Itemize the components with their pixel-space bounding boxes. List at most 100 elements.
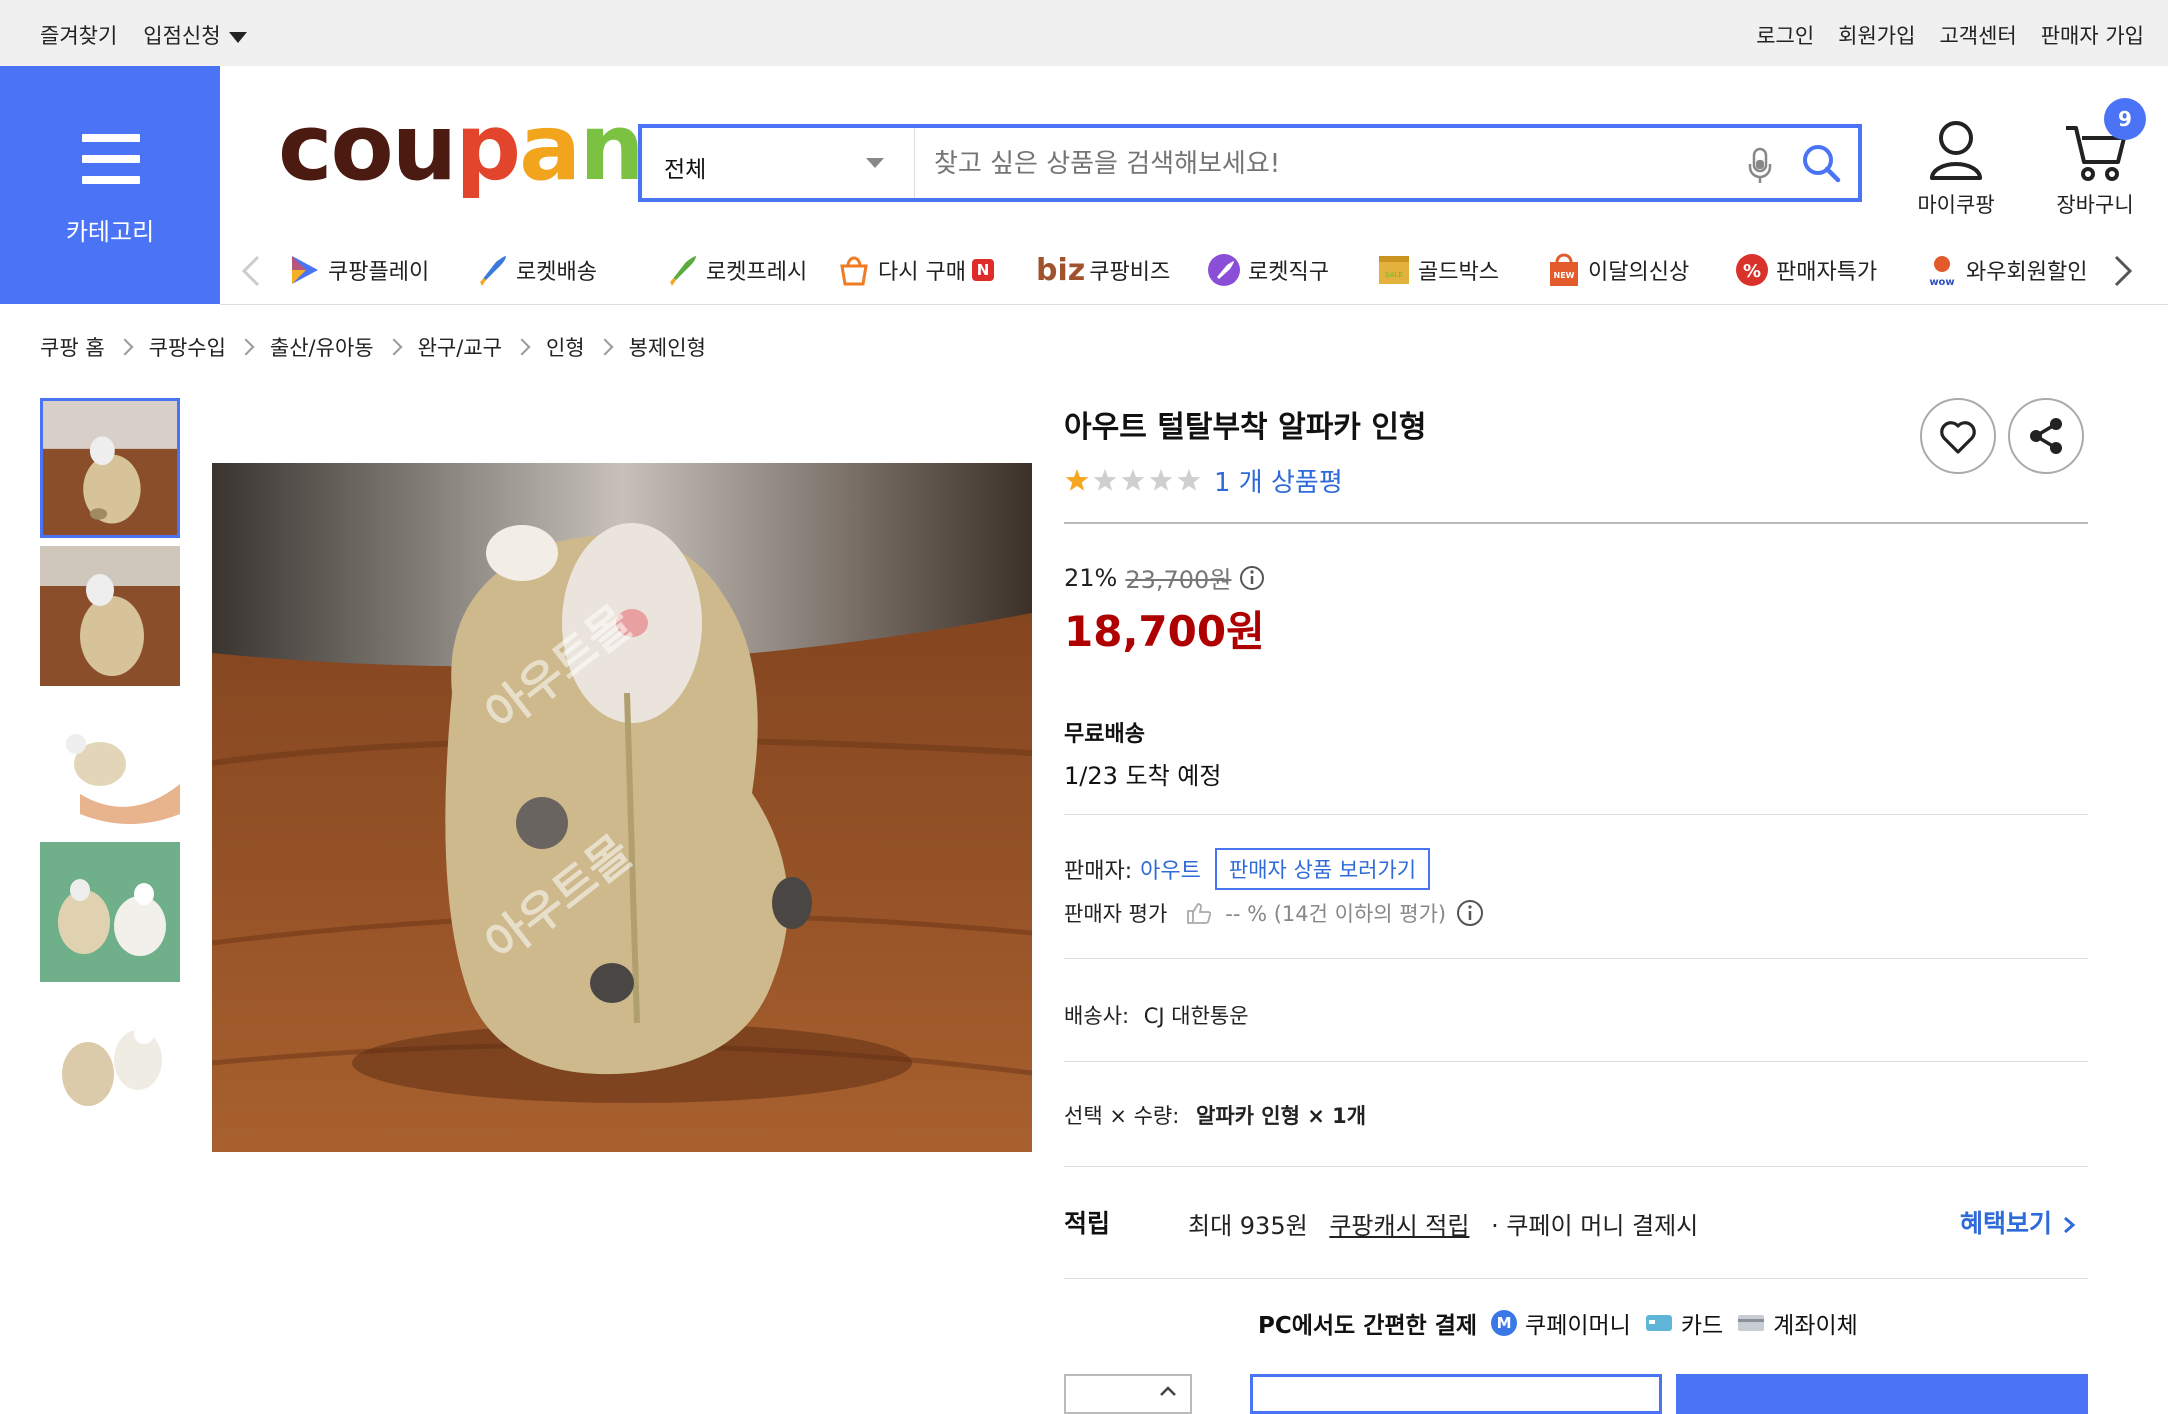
product-title: 아우트 털탈부착 알파카 인형 [1064,410,1427,445]
rocket-global-icon [1208,254,1240,286]
rocket-delivery-icon [480,256,506,286]
quicknav-rebuy[interactable]: 다시 구매 N [836,248,994,292]
goldbox-icon: SALE [1379,256,1409,284]
carrier-label: 배송사: [1064,1004,1130,1028]
reward-condition: · 쿠페이 머니 결제시 [1491,1212,1699,1240]
search-bar: 전체 [638,124,1862,202]
chevron-down-icon [866,158,884,168]
breadcrumb-item[interactable]: 쿠팡 홈 [40,332,105,362]
header-divider [220,304,2168,305]
quicknav-label: 와우회원할인 [1966,260,2088,285]
breadcrumb-item[interactable]: 완구/교구 [418,332,502,362]
card-icon [1645,1315,1672,1331]
product-rating[interactable]: 1 개 상품평 [1064,462,1343,499]
quicknav-biz[interactable]: biz 쿠팡비즈 [1036,248,1170,292]
reward-title: 적립 [1064,1209,1111,1238]
quicknav-wow[interactable]: wow 와우회원할인 [1924,248,2096,292]
review-count-link[interactable]: 1 개 상품평 [1214,462,1343,499]
seller-name-link[interactable]: 아우트 [1140,853,1201,885]
quicknav-rocket-global[interactable]: 로켓직구 [1206,248,1329,292]
rocket-fresh-icon [670,256,696,286]
seller-products-button[interactable]: 판매자 상품 보러가기 [1214,848,1431,890]
seller-rating-value: -- % (14건 이하의 평가) [1225,902,1447,926]
seller-info: 판매자: 아우트 판매자 상품 보러가기 [1064,848,1431,890]
quicknav-goldbox[interactable]: SALE 골드박스 [1376,248,1499,292]
product-thumbnail[interactable] [40,546,180,686]
thumbnail-list [40,398,180,1138]
quicknav-rocket-delivery[interactable]: 로켓배송 [474,248,597,292]
selected-option: 선택 × 수량: 알파카 인형 × 1개 [1064,1100,1366,1130]
search-scope-value: 전체 [664,157,707,183]
seller-label: 판매자: [1064,859,1133,884]
payment-methods: PC에서도 간편한 결제 M 쿠페이머니 카드 계좌이체 [1258,1306,1858,1340]
bank-transfer-icon [1738,1315,1765,1331]
breadcrumb-item[interactable]: 봉제인형 [629,332,706,362]
add-to-cart-button[interactable] [1250,1374,1662,1414]
alpaca-in-hand-image [40,694,180,834]
coupang-play-icon [292,256,318,284]
chevron-right-icon [513,338,531,356]
quantity-stepper[interactable] [1064,1374,1192,1414]
quicknav-label: 쿠팡비즈 [1089,260,1171,285]
product-thumbnail[interactable] [40,398,180,538]
info-icon[interactable] [1239,565,1265,591]
favorites-link[interactable]: 즐겨찾기 [40,20,117,50]
quicknav-new-this-month[interactable]: NEW 이달의신상 [1546,248,1689,292]
product-thumbnail[interactable] [40,694,180,834]
thumbs-up-icon [1187,903,1212,924]
microphone-icon[interactable] [1746,146,1774,186]
coupay-money-icon: M [1491,1310,1518,1336]
customer-center-link[interactable]: 고객센터 [1939,20,2016,50]
quicknav-coupang-play[interactable]: 쿠팡플레이 [286,248,429,292]
breadcrumb-item[interactable]: 인형 [546,332,585,362]
discount-rate: 21% [1064,563,1118,592]
breadcrumb-item[interactable]: 쿠팡수입 [149,332,226,362]
chevron-right-icon [2063,1216,2076,1234]
arrival-date: 1/23 도착 예정 [1064,762,1222,790]
product-thumbnail[interactable] [40,990,180,1130]
heart-icon [1940,421,1976,454]
option-value: 알파카 인형 × 1개 [1196,1104,1367,1128]
quicknav-label: 쿠팡플레이 [328,260,430,285]
chevron-up-icon[interactable] [1158,1384,1178,1398]
share-icon [2030,418,2062,454]
svg-text:wow: wow [1929,277,1954,288]
divider [1064,1166,2088,1167]
benefit-link[interactable]: 혜택보기 [1960,1204,2077,1240]
share-button[interactable] [2008,398,2084,474]
seller-join-link[interactable]: 판매자 가입 [2041,20,2144,50]
star-rating-icon [1065,468,1201,491]
vendor-signup-label: 입점신청 [143,24,221,48]
join-link[interactable]: 회원가입 [1838,20,1915,50]
coupang-cash-link[interactable]: 쿠팡캐시 적립 [1329,1212,1469,1240]
card-label: 카드 [1680,1313,1724,1339]
login-link[interactable]: 로그인 [1756,20,1814,50]
search-icon[interactable] [1800,142,1842,184]
chevron-right-icon[interactable] [2112,254,2134,288]
payment-title: PC에서도 간편한 결제 [1258,1313,1478,1339]
quicknav-seller-deal[interactable]: % 판매자특가 [1734,248,1877,292]
info-icon[interactable] [1456,899,1484,927]
search-input[interactable] [932,144,1716,184]
my-coupang-button[interactable]: 마이쿠팡 [1906,118,2006,219]
quicknav-label: 골드박스 [1418,260,1499,285]
wishlist-button[interactable] [1920,398,1996,474]
breadcrumb-item[interactable]: 출산/유아동 [270,332,374,362]
main-product-image[interactable]: 아우트몰 아우트몰 [212,463,1032,1152]
reward-info: 최대 935원 쿠팡캐시 적립 · 쿠페이 머니 결제시 [1188,1206,1698,1241]
seller-rating: 판매자 평가 -- % (14건 이하의 평가) [1064,898,1484,928]
discount-info: 21% 23,700원 [1064,560,1265,595]
vendor-signup-menu[interactable]: 입점신청 [143,20,247,50]
sale-price: 18,700원 [1064,607,1265,656]
wow-icon: wow [1929,256,1955,288]
product-thumbnail[interactable] [40,842,180,982]
search-scope-select[interactable]: 전체 [642,128,915,198]
buy-now-button[interactable] [1676,1374,2088,1414]
transfer-label: 계좌이체 [1773,1313,1858,1339]
chevron-right-icon [596,338,614,356]
chevron-left-icon[interactable] [240,254,262,288]
cart-count-badge: 9 [2104,98,2146,140]
category-menu-button[interactable]: 카테고리 [0,66,220,304]
quicknav-rocket-fresh[interactable]: 로켓프레시 [664,248,807,292]
star-icon [1093,468,1117,491]
